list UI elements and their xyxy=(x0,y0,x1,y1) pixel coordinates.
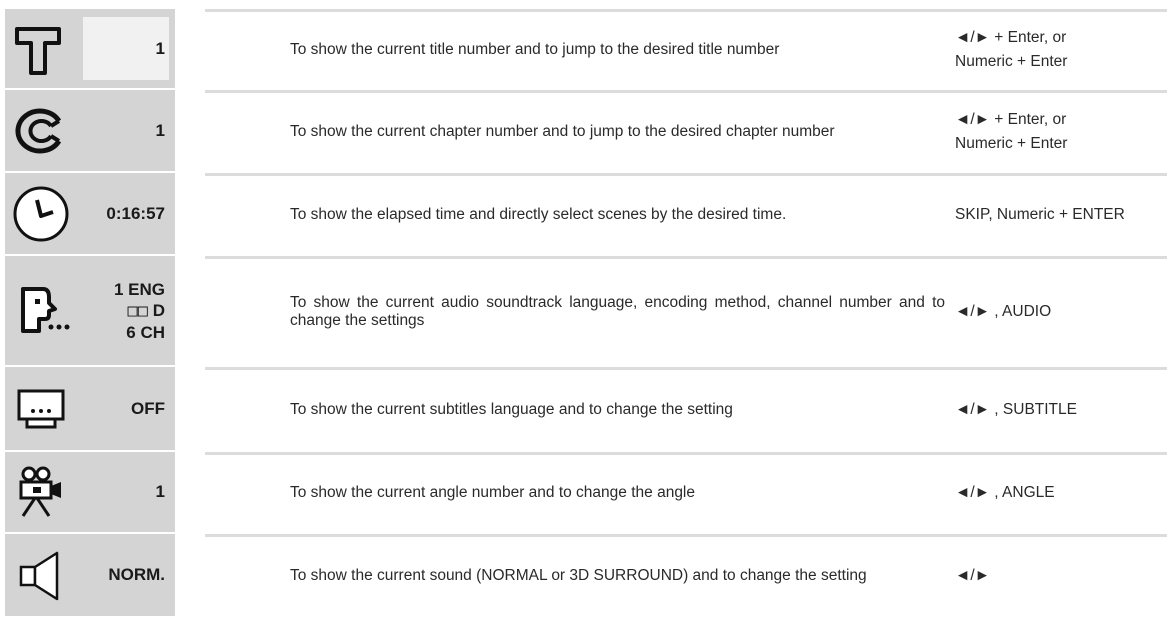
sound-mode-value: NORM. xyxy=(108,565,165,584)
row-divider xyxy=(205,256,1167,259)
audio-speaking-head-icon xyxy=(9,279,73,343)
osd-function-table: 1 To show the current title number and t… xyxy=(0,0,1167,620)
title-buttons-line1: ◄/► + Enter, or xyxy=(955,28,1067,46)
sound-description: To show the current sound (NORMAL or 3D … xyxy=(290,567,867,584)
clock-icon xyxy=(9,182,73,246)
time-buttons: SKIP, Numeric + ENTER xyxy=(955,203,1167,227)
time-description: To show the elapsed time and directly se… xyxy=(290,205,787,223)
chapter-description: To show the current chapter number and t… xyxy=(290,122,835,140)
audio-buttons-line1: ◄/► , AUDIO xyxy=(955,302,1052,320)
chapter-buttons-line2: Numeric + Enter xyxy=(955,134,1068,152)
row-divider xyxy=(205,90,1167,93)
title-description: To show the current title number and to … xyxy=(290,40,780,58)
osd-audio-display: 1 ENG □□D D D 6 CH xyxy=(5,256,175,367)
row-divider xyxy=(205,452,1167,455)
audio-language-value: 1 ENG xyxy=(113,279,165,299)
audio-buttons: ◄/► , AUDIO xyxy=(955,300,1167,324)
row-divider xyxy=(205,367,1167,370)
angle-description: To show the current angle number and to … xyxy=(290,484,695,501)
subtitle-buttons: ◄/► , SUBTITLE xyxy=(955,398,1167,422)
osd-time-display: 0:16:57 xyxy=(5,173,175,256)
title-number-value: 1 xyxy=(155,38,165,58)
osd-subtitle-display: OFF xyxy=(5,367,175,452)
table-row-chapter: 1 To show the current chapter number and… xyxy=(0,90,1167,173)
speaker-icon xyxy=(9,543,73,607)
chapter-buttons: ◄/► + Enter, or Numeric + Enter xyxy=(955,108,1167,156)
osd-angle-display: 1 xyxy=(5,452,175,534)
sound-buttons-line1: ◄/► xyxy=(955,567,990,584)
camera-angle-icon xyxy=(9,460,73,524)
audio-description: To show the current audio soundtrack lan… xyxy=(290,293,945,329)
audio-status-value: 1 ENG □□D D D 6 CH xyxy=(114,279,165,343)
chapter-buttons-line1: ◄/► + Enter, or xyxy=(955,110,1067,128)
chapter-number-value: 1 xyxy=(155,120,165,140)
table-row-angle: 1 To show the current angle number and t… xyxy=(0,452,1167,534)
subtitle-buttons-line1: ◄/► , SUBTITLE xyxy=(955,400,1077,418)
table-row-title: 1 To show the current title number and t… xyxy=(0,9,1167,90)
audio-encoding-value: □□D D D xyxy=(127,300,165,321)
subtitle-description: To show the current subtitles language a… xyxy=(290,400,733,418)
audio-channel-value: 6 CH xyxy=(126,322,165,342)
table-row-time: 0:16:57 To show the elapsed time and dir… xyxy=(0,173,1167,256)
table-row-sound: NORM. To show the current sound (NORMAL … xyxy=(0,534,1167,618)
angle-number-value: 1 xyxy=(155,482,165,501)
angle-buttons-line1: ◄/► , ANGLE xyxy=(955,484,1055,501)
title-buttons-line2: Numeric + Enter xyxy=(955,52,1068,70)
title-icon xyxy=(9,17,73,81)
angle-buttons: ◄/► , ANGLE xyxy=(955,481,1167,505)
table-row-audio: 1 ENG □□D D D 6 CH To show the current a… xyxy=(0,256,1167,367)
dolby-digital-logo: □□ xyxy=(127,300,148,321)
table-row-subtitle: OFF To show the current subtitles langua… xyxy=(0,367,1167,452)
sound-buttons: ◄/► xyxy=(955,564,1167,588)
row-divider xyxy=(205,173,1167,176)
osd-sound-display: NORM. xyxy=(5,534,175,618)
time-buttons-line1: SKIP, Numeric + ENTER xyxy=(955,205,1125,223)
title-buttons: ◄/► + Enter, or Numeric + Enter xyxy=(955,26,1167,74)
subtitle-value: OFF xyxy=(131,398,165,418)
row-divider xyxy=(205,9,1167,12)
elapsed-time-value: 0:16:57 xyxy=(106,203,165,223)
subtitle-icon xyxy=(9,377,73,441)
row-divider xyxy=(205,534,1167,537)
chapter-icon xyxy=(9,99,73,163)
osd-chapter-display: 1 xyxy=(5,90,175,173)
osd-title-display: 1 xyxy=(5,9,175,90)
